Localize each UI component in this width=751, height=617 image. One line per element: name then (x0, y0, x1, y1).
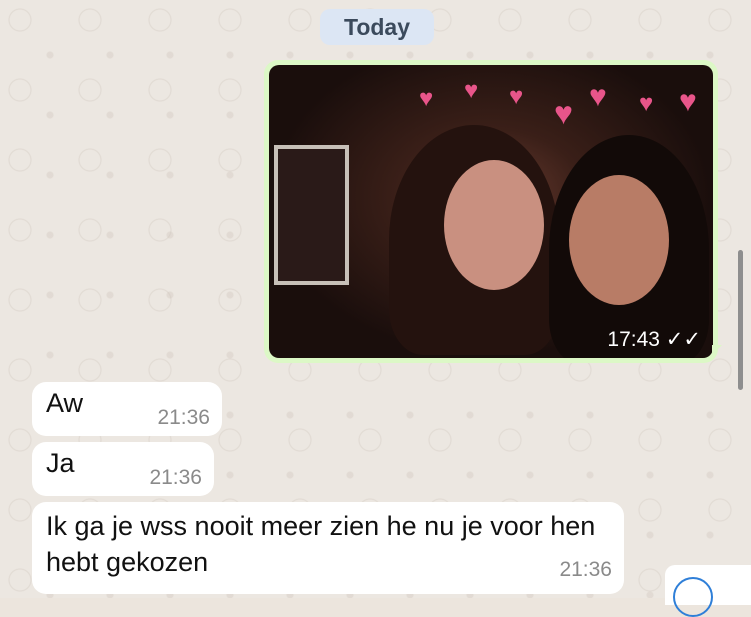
incoming-message[interactable]: Ik ga je wss nooit meer zien he nu je vo… (32, 502, 624, 594)
heart-icon: ♥ (419, 85, 434, 112)
message-time: 21:36 (149, 466, 202, 489)
heart-icon: ♥ (554, 95, 573, 131)
message-time: 21:36 (157, 406, 210, 429)
date-separator: Today (320, 9, 434, 45)
bubble-tail (712, 345, 722, 355)
chevron-down-icon (673, 577, 713, 617)
heart-icon: ♥ (509, 83, 524, 110)
incoming-message[interactable]: Aw 21:36 (32, 382, 222, 436)
message-time: 21:36 (559, 558, 612, 581)
outgoing-image-message[interactable]: ♥ ♥ ♥ ♥ ♥ ♥ ♥ 17:43 ✓✓ (264, 60, 718, 363)
message-text: Ja (46, 448, 75, 478)
message-text: Ik ga je wss nooit meer zien he nu je vo… (46, 511, 596, 577)
background-shelf (274, 145, 349, 285)
scrollbar[interactable] (738, 250, 743, 390)
message-text: Aw (46, 388, 84, 418)
heart-icon: ♥ (589, 80, 607, 113)
heart-icon: ♥ (679, 85, 697, 118)
double-check-icon: ✓✓ (665, 328, 701, 351)
photo-detail (569, 175, 669, 305)
message-time: 17:43 ✓✓ (607, 328, 701, 351)
heart-icon: ♥ (464, 77, 479, 104)
heart-icon: ♥ (639, 90, 654, 117)
photo-detail (444, 160, 544, 290)
incoming-message[interactable]: Ja 21:36 (32, 442, 214, 496)
scroll-down-button[interactable] (665, 565, 751, 617)
photo[interactable]: ♥ ♥ ♥ ♥ ♥ ♥ ♥ 17:43 ✓✓ (269, 65, 713, 358)
